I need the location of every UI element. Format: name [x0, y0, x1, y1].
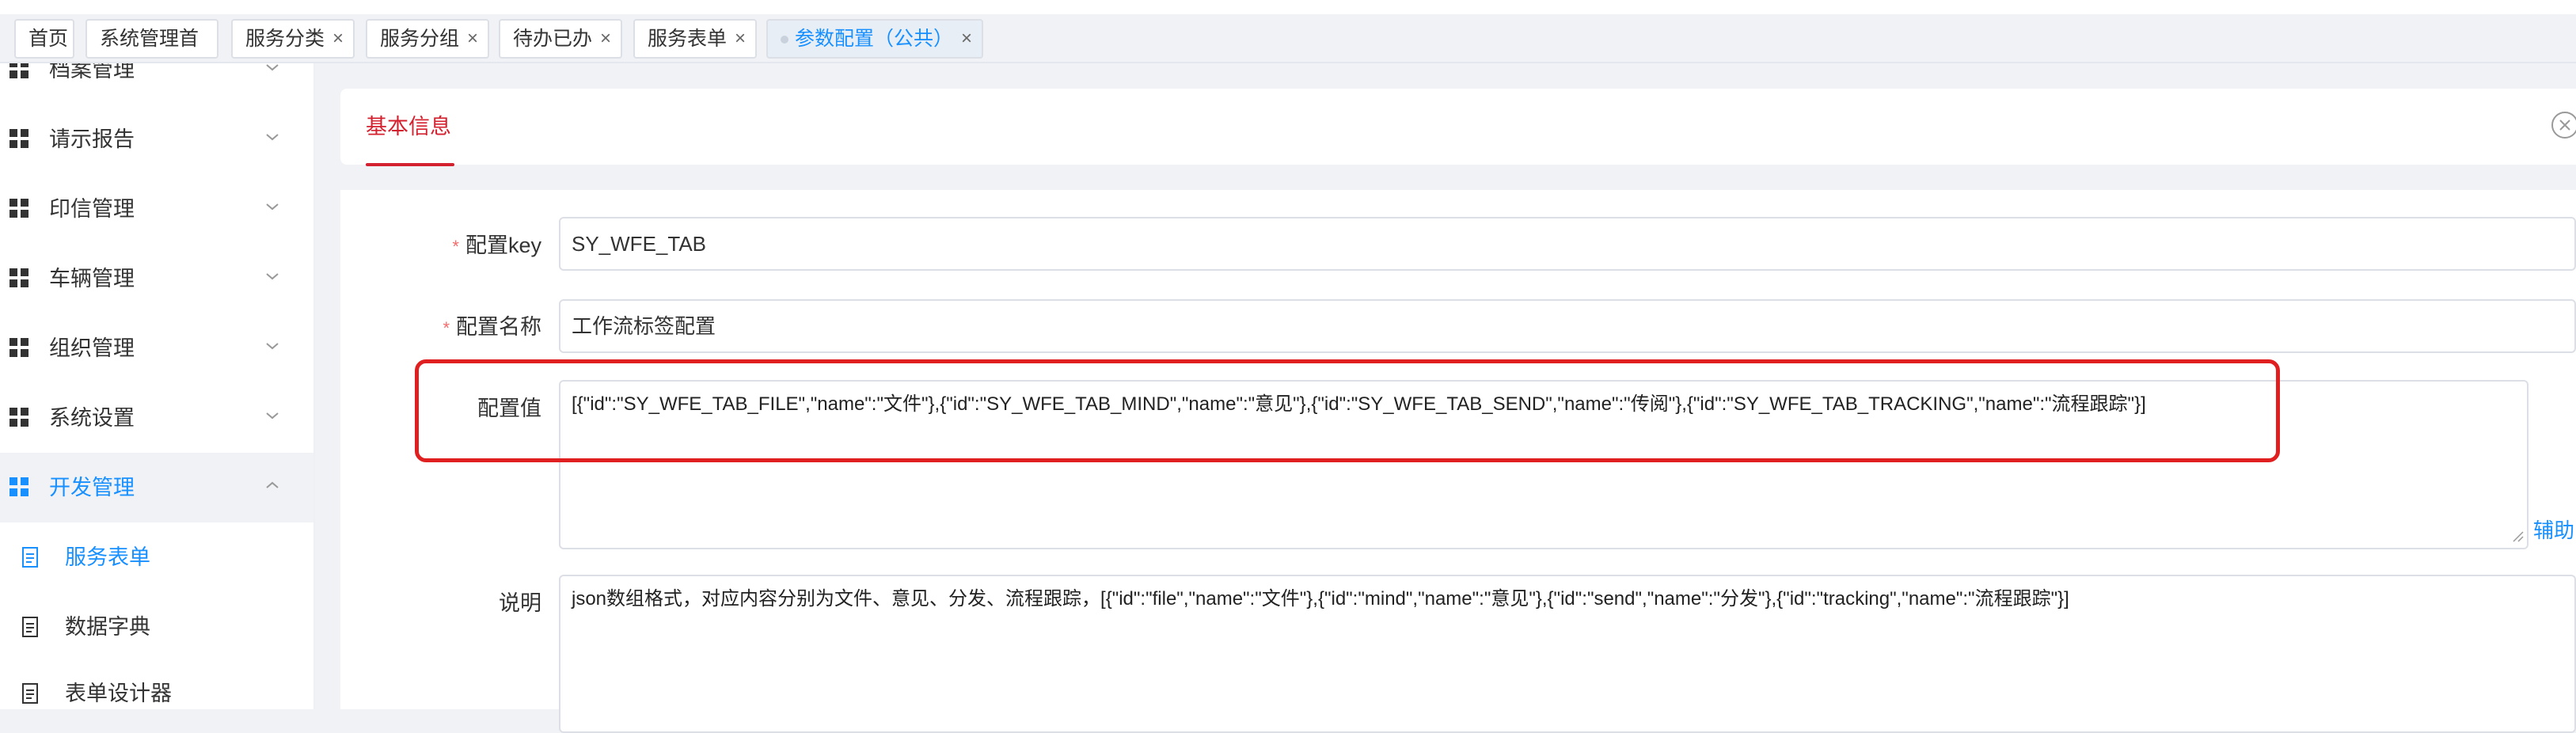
sidebar-item-label: 请示报告 [49, 127, 135, 151]
config-name-input[interactable]: 工作流标签配置 [559, 299, 2576, 353]
tab-label: 服务分类 [245, 28, 325, 50]
highlight-box [415, 359, 2280, 462]
close-circle-icon[interactable] [2551, 111, 2576, 139]
sidebar-item-label: 印信管理 [49, 197, 135, 221]
tab-label: 首页 [28, 28, 69, 50]
sidebar-subitem-service-form[interactable]: 服务表单 [0, 522, 313, 592]
config-key-label-text: 配置key [465, 234, 541, 257]
chevron-down-icon [266, 64, 279, 71]
top-strip [0, 0, 2576, 14]
tab-home[interactable]: 首页 [14, 19, 74, 59]
tab-label: 服务表单 [648, 28, 728, 50]
sidebar-subitem-label: 数据字典 [65, 615, 150, 639]
sidebar-subitem-form-designer[interactable]: 表单设计器 [0, 659, 313, 709]
config-name-value: 工作流标签配置 [572, 314, 716, 338]
sidebar-item-label: 组织管理 [49, 336, 135, 360]
active-tab-underline [366, 163, 454, 166]
sidebar-item-reports[interactable]: 请示报告 [0, 104, 313, 174]
tab-service-category[interactable]: 服务分类 × [231, 19, 355, 59]
tab-label: 参数配置（公共） [795, 28, 954, 50]
grid-icon [9, 338, 28, 357]
grid-icon [9, 129, 28, 148]
tab-close-icon[interactable]: × [332, 21, 344, 57]
card-header: 基本信息 [340, 89, 2576, 166]
grid-icon [9, 199, 28, 218]
description-label-text: 说明 [499, 591, 541, 615]
tab-system-home[interactable]: 系统管理首页 [85, 19, 218, 86]
sidebar-item-archives[interactable]: 档案管理 [0, 63, 313, 104]
tab-close-icon[interactable]: × [961, 21, 972, 57]
config-name-label: * 配置名称 [351, 311, 541, 344]
sidebar-subitem-data-dictionary[interactable]: 数据字典 [0, 592, 313, 662]
config-key-input[interactable]: SY_WFE_TAB [559, 217, 2576, 271]
tab-basic-info[interactable]: 基本信息 [366, 89, 451, 165]
sidebar-item-development[interactable]: 开发管理 [0, 453, 313, 522]
sidebar-subitem-label: 服务表单 [65, 545, 150, 569]
chevron-down-icon [266, 273, 279, 280]
tab-label: 待办已办 [513, 28, 593, 50]
sidebar-item-label: 开发管理 [49, 476, 135, 499]
required-mark: * [452, 237, 459, 256]
helper-link[interactable]: 辅助 [2533, 515, 2574, 544]
sidebar-item-label: 系统设置 [49, 406, 135, 430]
grid-icon [9, 268, 28, 287]
grid-icon [9, 477, 28, 496]
sidebar-item-label: 车辆管理 [49, 267, 135, 291]
description-textarea[interactable]: json数组格式，对应内容分别为文件、意见、分发、流程跟踪，[{"id":"fi… [559, 575, 2576, 733]
tab-service-group[interactable]: 服务分组 × [366, 19, 489, 59]
sidebar-item-organization[interactable]: 组织管理 [0, 313, 313, 383]
resize-handle-icon[interactable] [2512, 530, 2525, 543]
tab-close-icon[interactable]: × [467, 21, 478, 57]
config-key-value: SY_WFE_TAB [572, 232, 707, 256]
config-key-label: * 配置key [351, 230, 541, 263]
chevron-down-icon [266, 203, 279, 211]
tab-close-icon[interactable]: × [600, 21, 611, 57]
sidebar-item-vehicles[interactable]: 车辆管理 [0, 244, 313, 313]
chevron-up-icon [266, 481, 279, 488]
document-icon [22, 683, 38, 704]
tab-label: 服务分组 [380, 28, 460, 50]
grid-icon [9, 408, 28, 427]
sidebar-item-seals[interactable]: 印信管理 [0, 174, 313, 244]
sidebar-item-system-settings[interactable]: 系统设置 [0, 383, 313, 453]
chevron-down-icon [266, 343, 279, 350]
tab-param-config[interactable]: 参数配置（公共） × [766, 19, 983, 59]
chevron-down-icon [266, 134, 279, 141]
description-text: json数组格式，对应内容分别为文件、意见、分发、流程跟踪，[{"id":"fi… [572, 588, 2069, 610]
chevron-down-icon [266, 412, 279, 420]
sidebar-item-label: 档案管理 [49, 63, 135, 82]
sidebar-subitem-label: 表单设计器 [65, 682, 172, 705]
config-name-label-text: 配置名称 [456, 315, 541, 339]
active-dot-icon [781, 36, 788, 44]
tab-bar: 首页 系统管理首页 服务分类 × 服务分组 × 待办已办 × 服务表单 × 参数… [0, 14, 2576, 86]
grid-icon [9, 63, 28, 78]
tab-close-icon[interactable]: × [735, 21, 746, 57]
required-mark: * [443, 318, 450, 338]
sidebar: 档案管理 请示报告 印信管理 车辆管理 组织管理 系统设置 开发管理 服务表单 … [0, 63, 315, 709]
tab-todo[interactable]: 待办已办 × [499, 19, 622, 59]
document-icon [22, 617, 38, 637]
description-label: 说明 [351, 587, 541, 619]
tab-service-form[interactable]: 服务表单 × [633, 19, 757, 59]
document-icon [22, 547, 38, 568]
